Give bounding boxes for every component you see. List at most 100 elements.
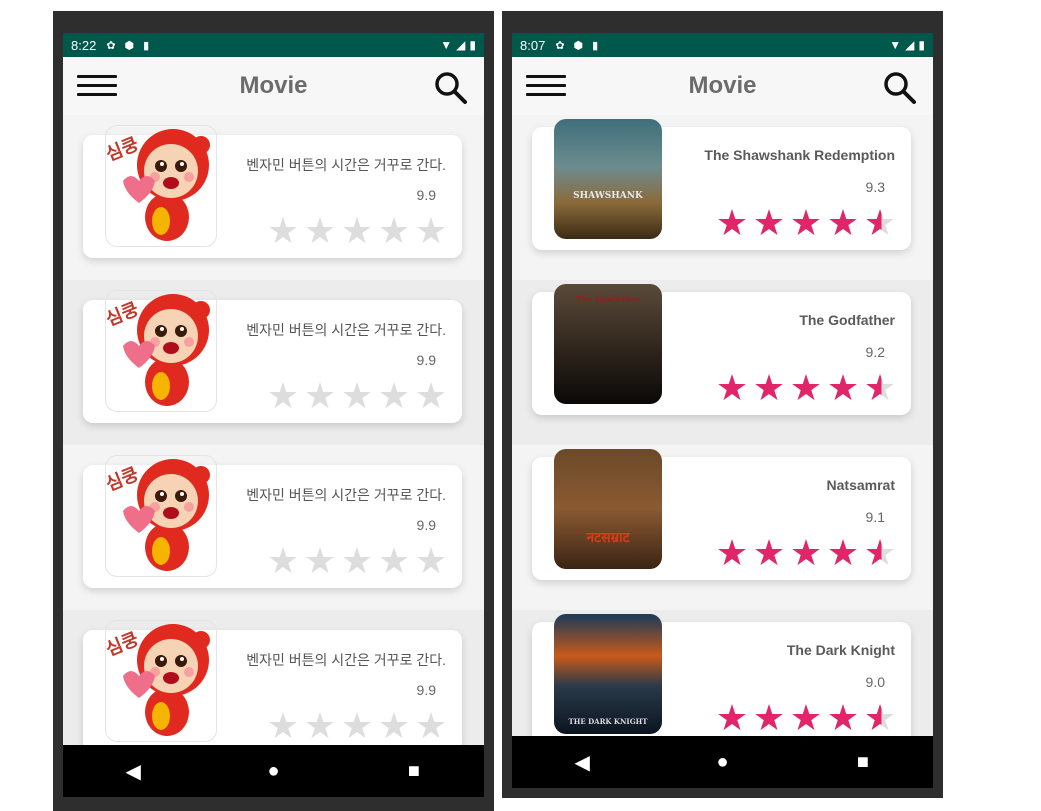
wifi-icon: ▼ [889,38,902,52]
poster-title: SHAWSHANK [573,191,643,201]
character-sticker-image: 심쿵 [105,294,210,406]
rating-stars: ★ ★ ★ ★ ★ [266,708,448,744]
star-icon: ★ [863,697,897,736]
sticker-text: 심쿵 [105,629,141,660]
movie-poster-image: नटसम्राट [554,449,662,569]
app-title: Movie [688,72,757,99]
back-button[interactable]: ◀ [113,759,153,784]
movie-rating: 9.3 [865,179,885,195]
list-item[interactable]: The Godfather The Godfather 9.2 ★ ★ ★ ★ ★ [512,280,933,445]
recents-button[interactable]: ■ [394,760,434,783]
list-item[interactable]: THE DARK KNIGHT The Dark Knight 9.0 ★ ★ ★ ★ ★ [512,610,933,736]
movie-title: The Shawshank Redemption [704,147,895,163]
movie-list[interactable]: SHAWSHANK The Shawshank Redemption 9.3 ★ ★ ★ ★… [512,115,933,736]
search-icon[interactable] [883,71,917,105]
app-title: Movie [239,72,308,99]
nav-bar: ◀ ● ■ [512,736,933,788]
poster-title: The Godfather [575,293,641,304]
sticker-text: 심쿵 [105,464,141,495]
list-item[interactable]: SHAWSHANK The Shawshank Redemption 9.3 ★ ★ ★ ★… [512,115,933,280]
movie-title: 벤자민 버튼의 시간은 거꾸로 간다. [246,322,446,338]
movie-rating: 9.0 [865,674,885,690]
movie-rating: 9.9 [416,517,436,533]
movie-rating: 9.2 [865,344,885,360]
star-icon: ★ [863,202,897,243]
star-icon: ★ [266,210,300,251]
star-icon: ★ [266,540,300,581]
movie-card[interactable]: SHAWSHANK The Shawshank Redemption 9.3 ★ ★ ★ ★… [532,119,911,250]
shield-icon: ⬢ [124,39,135,52]
star-icon: ★ [377,540,411,581]
star-icon: ★ [789,202,823,243]
shield-icon: ⬢ [573,39,584,52]
phone-right: 8:07 ✿ ⬢ ▮ ▼ ◢ ▮ Movie SHAWSHANK The Shaw… [502,11,943,798]
status-time: 8:22 [71,37,97,53]
character-sticker-image: 심쿵 [105,624,210,736]
rating-stars: ★ ★ ★ ★ ★ [715,205,897,241]
sticker-text: 심쿵 [105,299,141,330]
star-icon: ★ [826,202,860,243]
star-icon: ★ [414,210,448,251]
star-icon: ★ [715,367,749,408]
star-icon: ★ [715,697,749,736]
star-icon: ★ [340,210,374,251]
movie-card[interactable]: The Godfather The Godfather 9.2 ★ ★ ★ ★ ★ [532,284,911,415]
list-item[interactable]: 심쿵 벤자민 버튼의 시간은 거꾸로 간다. 9.9 ★ ★ ★ ★ ★ [63,115,484,280]
home-button[interactable]: ● [253,760,293,783]
home-button[interactable]: ● [702,751,742,774]
star-icon: ★ [414,540,448,581]
search-icon[interactable] [434,71,468,105]
star-icon: ★ [752,202,786,243]
star-icon: ★ [266,705,300,745]
sticker-text: 심쿵 [105,134,141,165]
movie-rating: 9.1 [865,509,885,525]
poster-title: THE DARK KNIGHT [568,717,648,727]
list-item[interactable]: 심쿵 벤자민 버튼의 시간은 거꾸로 간다. 9.9 ★ ★ ★ ★ ★ [63,445,484,610]
star-icon: ★ [414,375,448,416]
movie-list[interactable]: 심쿵 벤자민 버튼의 시간은 거꾸로 간다. 9.9 ★ ★ ★ ★ ★ 심쿵 벤자민 버튼의 시… [63,115,484,745]
status-time: 8:07 [520,37,546,53]
movie-card[interactable]: 심쿵 벤자민 버튼의 시간은 거꾸로 간다. 9.9 ★ ★ ★ ★ ★ [83,125,462,258]
rating-stars: ★ ★ ★ ★ ★ [715,700,897,736]
movie-poster-image: SHAWSHANK [554,119,662,239]
phone-left: 8:22 ✿ ⬢ ▮ ▼ ◢ ▮ Movie 심쿵 벤자민 버튼의 시간은 거꾸로… [53,11,494,811]
list-item[interactable]: नटसम्राट Natsamrat 9.1 ★ ★ ★ ★ ★ [512,445,933,610]
signal-icon: ◢ [905,38,915,52]
movie-card[interactable]: THE DARK KNIGHT The Dark Knight 9.0 ★ ★ ★ ★ ★ [532,614,911,736]
movie-card[interactable]: 심쿵 벤자민 버튼의 시간은 거꾸로 간다. 9.9 ★ ★ ★ ★ ★ [83,620,462,745]
movie-title: The Godfather [799,312,895,328]
movie-card[interactable]: 심쿵 벤자민 버튼의 시간은 거꾸로 간다. 9.9 ★ ★ ★ ★ ★ [83,290,462,423]
movie-poster-image: The Godfather [554,284,662,404]
character-sticker-image: 심쿵 [105,459,210,571]
screen-left: 8:22 ✿ ⬢ ▮ ▼ ◢ ▮ Movie 심쿵 벤자민 버튼의 시간은 거꾸로… [63,33,484,797]
settings-icon: ✿ [106,39,116,52]
menu-icon[interactable] [526,75,566,97]
star-icon: ★ [340,375,374,416]
star-icon: ★ [303,210,337,251]
nav-bar: ◀ ● ■ [63,745,484,797]
movie-title: 벤자민 버튼의 시간은 거꾸로 간다. [246,652,446,668]
rating-stars: ★ ★ ★ ★ ★ [266,378,448,414]
recents-button[interactable]: ■ [843,751,883,774]
movie-card[interactable]: नटसम्राट Natsamrat 9.1 ★ ★ ★ ★ ★ [532,449,911,580]
star-icon: ★ [789,367,823,408]
rating-stars: ★ ★ ★ ★ ★ [266,213,448,249]
movie-title: Natsamrat [826,477,895,493]
status-bar: 8:07 ✿ ⬢ ▮ ▼ ◢ ▮ [512,33,933,57]
star-icon: ★ [377,210,411,251]
movie-card[interactable]: 심쿵 벤자민 버튼의 시간은 거꾸로 간다. 9.9 ★ ★ ★ ★ ★ [83,455,462,588]
wifi-icon: ▼ [440,38,453,52]
star-icon: ★ [303,375,337,416]
star-icon: ★ [414,705,448,745]
app-bar: Movie [63,57,484,115]
star-icon: ★ [377,375,411,416]
signal-icon: ◢ [456,38,466,52]
star-icon: ★ [826,697,860,736]
list-item[interactable]: 심쿵 벤자민 버튼의 시간은 거꾸로 간다. 9.9 ★ ★ ★ ★ ★ [63,280,484,445]
back-button[interactable]: ◀ [562,750,602,775]
sd-card-icon: ▮ [592,39,599,52]
list-item[interactable]: 심쿵 벤자민 버튼의 시간은 거꾸로 간다. 9.9 ★ ★ ★ ★ ★ [63,610,484,745]
rating-stars: ★ ★ ★ ★ ★ [266,543,448,579]
star-icon: ★ [789,697,823,736]
menu-icon[interactable] [77,75,117,97]
